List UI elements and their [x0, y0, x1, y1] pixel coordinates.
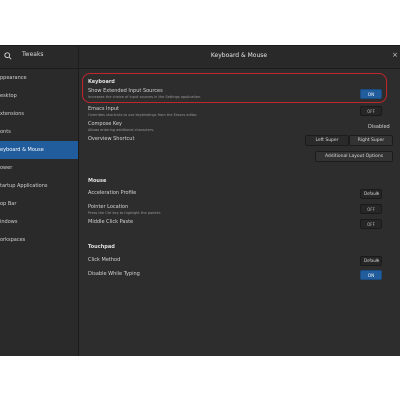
sidebar-item-fonts[interactable]: onts: [0, 123, 78, 141]
show-extended-desc: Increases the choice of input sources in…: [88, 95, 202, 99]
chevron-down-icon: ▾: [376, 191, 379, 196]
sidebar-item-label: op Bar: [0, 201, 17, 207]
middle-click-paste-label: Middle Click Paste: [88, 219, 134, 225]
sidebar-item-top-bar[interactable]: op Bar: [0, 195, 78, 213]
tweaks-window: Tweaks Keyboard & Mouse × ppearance eskt…: [0, 45, 400, 356]
emacs-input-label: Emacs Input: [88, 106, 119, 112]
disable-while-typing-label: Disable While Typing: [88, 271, 140, 277]
middle-click-paste-toggle[interactable]: OFF: [360, 219, 382, 229]
accel-profile-dropdown[interactable]: Default ▾: [360, 189, 382, 199]
sidebar-item-extensions[interactable]: xtensions: [0, 105, 78, 123]
settings-panel: Keyboard Show Extended Input Sources Inc…: [79, 69, 400, 356]
click-method-label: Click Method: [88, 257, 121, 263]
emacs-input-desc: Overrides shortcuts to use keybindings f…: [88, 113, 198, 117]
sidebar-item-label: orkspaces: [0, 237, 26, 243]
sidebar-item-power[interactable]: ower: [0, 159, 78, 177]
compose-key-desc: Allows entering additional characters.: [88, 128, 155, 132]
sidebar-item-appearance[interactable]: ppearance: [0, 69, 78, 87]
sidebar-item-label: xtensions: [0, 111, 24, 117]
sidebar-item-label: eyboard & Mouse: [0, 147, 44, 153]
overview-shortcut-label: Overview Shortcut: [88, 136, 135, 142]
additional-layout-options-button[interactable]: Additional Layout Options: [315, 151, 393, 162]
titlebar: Tweaks Keyboard & Mouse ×: [0, 46, 400, 69]
sidebar-item-windows[interactable]: indows: [0, 213, 78, 231]
sidebar-item-label: tartup Applications: [0, 183, 48, 189]
disable-while-typing-toggle[interactable]: ON: [360, 270, 382, 280]
compose-key-label: Compose Key: [88, 121, 122, 127]
pointer-location-label: Pointer Location: [88, 204, 129, 210]
sidebar-item-label: indows: [0, 219, 18, 225]
pointer-location-toggle[interactable]: OFF: [360, 204, 382, 214]
sidebar-item-startup-applications[interactable]: tartup Applications: [0, 177, 78, 195]
compose-key-value[interactable]: Disabled: [368, 124, 390, 130]
pointer-location-desc: Press the Ctrl key to highlight the poin…: [88, 211, 162, 215]
sidebar: ppearance esktop xtensions onts eyboard …: [0, 69, 79, 356]
chevron-down-icon: ▾: [376, 258, 379, 263]
close-icon[interactable]: ×: [392, 51, 398, 59]
right-super-button[interactable]: Right Super: [349, 135, 393, 146]
sidebar-item-keyboard-mouse[interactable]: eyboard & Mouse: [0, 141, 78, 159]
show-extended-toggle[interactable]: ON: [360, 89, 382, 99]
sidebar-item-desktop[interactable]: esktop: [0, 87, 78, 105]
left-super-button[interactable]: Left Super: [305, 135, 349, 146]
sidebar-item-label: ppearance: [0, 75, 27, 81]
sidebar-item-label: esktop: [0, 93, 17, 99]
accel-profile-label: Acceleration Profile: [88, 190, 137, 196]
panel-title: Keyboard & Mouse: [210, 52, 268, 59]
show-extended-label: Show Extended Input Sources: [88, 88, 163, 94]
keyboard-section-title: Keyboard: [88, 79, 115, 85]
sidebar-item-label: ower: [0, 165, 13, 171]
click-method-dropdown[interactable]: Default ▾: [360, 256, 382, 266]
mouse-section-title: Mouse: [88, 178, 107, 184]
emacs-input-toggle[interactable]: OFF: [360, 106, 382, 116]
sidebar-item-workspaces[interactable]: orkspaces: [0, 231, 78, 249]
sidebar-item-label: onts: [0, 129, 11, 135]
touchpad-section-title: Touchpad: [88, 244, 115, 250]
